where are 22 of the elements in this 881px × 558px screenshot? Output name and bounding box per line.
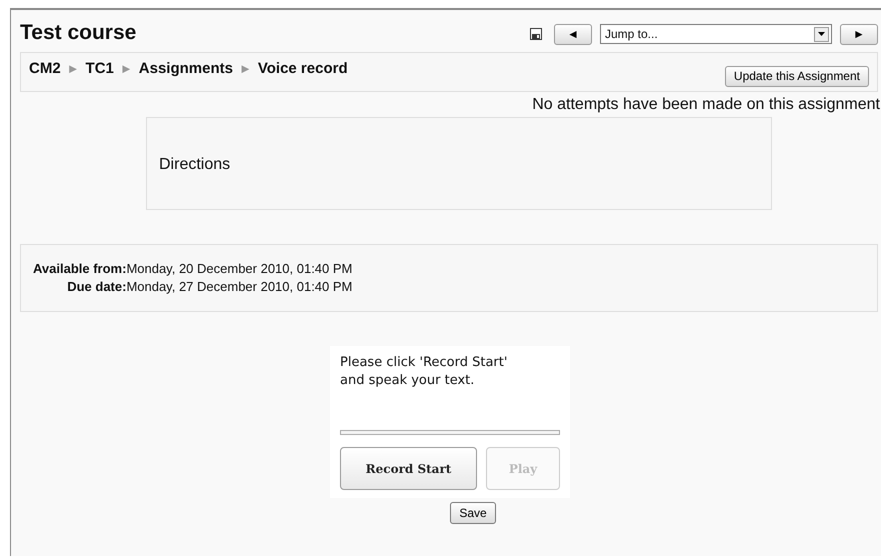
dropdown-arrow-icon[interactable] (818, 32, 825, 36)
breadcrumb-link[interactable]: TC1 (86, 60, 114, 76)
breadcrumb-separator: ► (238, 60, 252, 76)
date-value: Monday, 20 December 2010, 01:40 PM (126, 260, 352, 278)
breadcrumb-link[interactable]: Voice record (258, 60, 348, 76)
next-button[interactable]: ► (840, 24, 878, 44)
update-assignment-button[interactable]: Update this Assignment (724, 66, 869, 86)
jump-to-dropdown[interactable]: Jump to... (600, 24, 832, 44)
breadcrumb-separator: ► (120, 60, 133, 76)
breadcrumb-separator: ► (66, 60, 80, 76)
directions-text: Directions (159, 156, 232, 174)
save-button[interactable]: Save (450, 502, 496, 524)
breadcrumb-link[interactable]: CM2 (29, 60, 61, 76)
attempts-note: No attempts have been made on this assignment (531, 96, 880, 114)
course-title: Test course (20, 20, 136, 45)
previous-button[interactable]: ◄ (554, 24, 592, 44)
date-label: Due date: (66, 278, 126, 296)
breadcrumb-link[interactable]: Assignments (138, 60, 233, 76)
recorder-instructions: Please click 'Record Start' and speak your text. (340, 354, 508, 390)
date-label: Available from: (33, 260, 126, 278)
record-start-button[interactable]: Record Start (340, 447, 477, 490)
date-value: Monday, 27 December 2010, 01:40 PM (126, 278, 352, 296)
